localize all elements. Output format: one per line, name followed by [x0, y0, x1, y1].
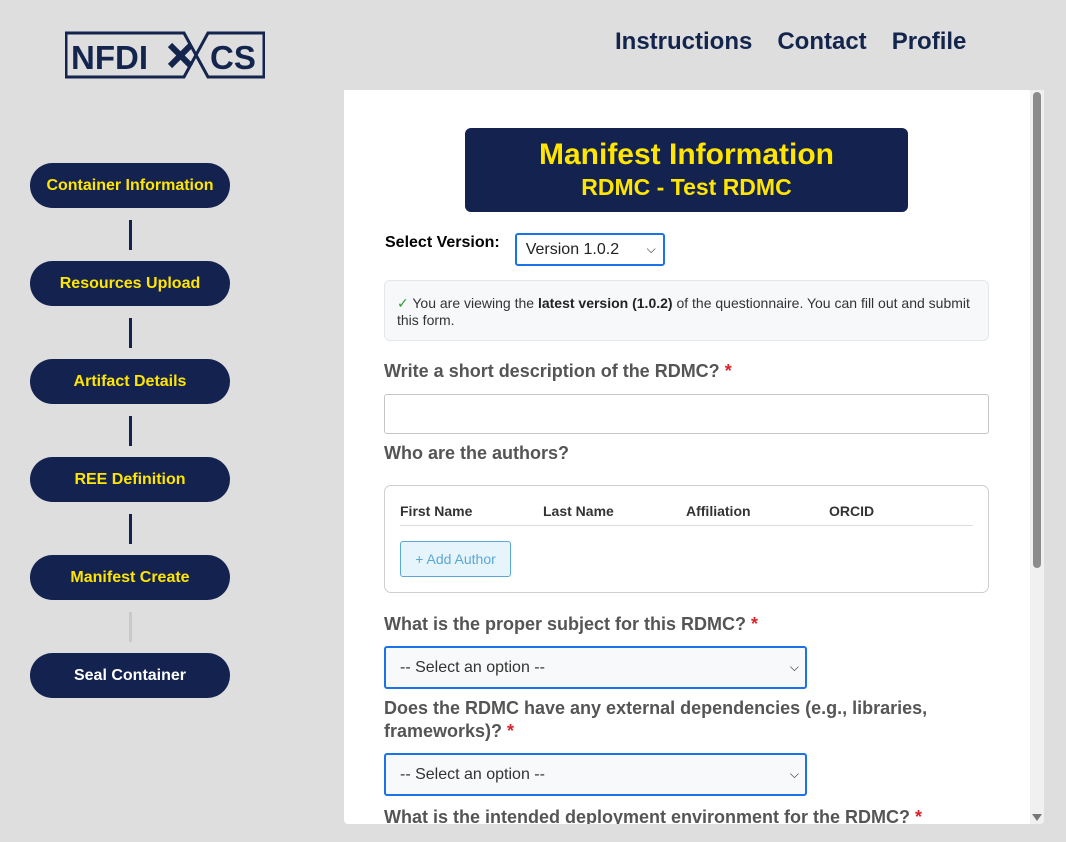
version-selector-row: Select Version: Version 1.0.2 ⌵ [385, 233, 665, 266]
subject-select[interactable]: -- Select an option -- ⌵ [384, 646, 807, 689]
svg-text:NFDI: NFDI [71, 39, 148, 76]
manifest-form-panel: Manifest Information RDMC - Test RDMC Se… [344, 90, 1044, 824]
step-seal-container[interactable]: Seal Container [30, 653, 230, 698]
step-connector [128, 318, 132, 348]
question-text: Does the RDMC have any external dependen… [384, 698, 928, 741]
notice-version-bold: latest version (1.0.2) [537, 295, 673, 311]
required-marker: * [724, 361, 732, 381]
version-select[interactable]: Version 1.0.2 ⌵ [514, 233, 665, 266]
nav-instructions-link[interactable]: Instructions [615, 28, 752, 56]
chevron-down-icon: ⌵ [646, 242, 656, 256]
scrollbar-thumb[interactable] [1033, 92, 1041, 568]
step-connector [128, 612, 132, 642]
required-marker: * [915, 807, 923, 824]
page-title: Manifest Information [538, 138, 834, 171]
top-nav: Instructions Contact Profile [615, 28, 966, 56]
chevron-down-icon: ⌵ [789, 660, 799, 674]
question-description-label: Write a short description of the RDMC? * [384, 360, 732, 383]
latest-version-notice: ✓ You are viewing the latest version (1.… [384, 280, 989, 341]
form-header: Manifest Information RDMC - Test RDMC [465, 128, 908, 212]
nav-profile-link[interactable]: Profile [892, 28, 967, 56]
dependencies-select-value: -- Select an option -- [400, 765, 545, 783]
step-connector [128, 514, 132, 544]
nav-contact-link[interactable]: Contact [777, 28, 866, 56]
svg-text:CS: CS [210, 39, 256, 76]
page-subtitle: RDMC - Test RDMC [581, 174, 792, 200]
question-subject-label: What is the proper subject for this RDMC… [384, 613, 758, 636]
question-deployment-label: What is the intended deployment environm… [384, 806, 922, 824]
check-icon: ✓ [397, 295, 409, 311]
required-marker: * [751, 614, 759, 634]
question-text: What is the intended deployment environm… [384, 807, 911, 824]
progress-stepper: Container Information Resources Upload A… [30, 163, 230, 698]
step-connector [128, 416, 132, 446]
column-first-name: First Name [400, 503, 473, 519]
required-marker: * [507, 721, 515, 741]
question-authors-label: Who are the authors? [384, 443, 570, 463]
version-label: Select Version: [385, 234, 500, 251]
subject-select-value: -- Select an option -- [400, 658, 545, 676]
question-dependencies-label: Does the RDMC have any external dependen… [384, 697, 984, 743]
dependencies-select[interactable]: -- Select an option -- ⌵ [384, 753, 807, 796]
notice-text-prefix: You are viewing the [408, 295, 538, 311]
step-manifest-create[interactable]: Manifest Create [30, 555, 230, 600]
question-text: What is the proper subject for this RDMC… [384, 614, 747, 634]
step-resources-upload[interactable]: Resources Upload [30, 261, 230, 306]
add-author-button[interactable]: + Add Author [400, 541, 511, 577]
column-orcid: ORCID [829, 503, 875, 519]
step-connector [128, 220, 132, 250]
chevron-down-icon: ⌵ [789, 767, 799, 781]
description-input[interactable] [384, 394, 989, 434]
question-text: Write a short description of the RDMC? [384, 361, 720, 381]
step-artifact-details[interactable]: Artifact Details [30, 359, 230, 404]
authors-table: First Name Last Name Affiliation ORCID +… [384, 485, 989, 593]
version-select-value: Version 1.0.2 [525, 240, 620, 258]
authors-table-header: First Name Last Name Affiliation ORCID [400, 503, 973, 526]
nfdi-cs-logo[interactable]: NFDI CS [64, 31, 266, 79]
scrollbar[interactable] [1030, 90, 1044, 824]
step-ree-definition[interactable]: REE Definition [30, 457, 230, 502]
column-last-name: Last Name [543, 503, 614, 519]
column-affiliation: Affiliation [686, 503, 751, 519]
scroll-down-arrow-icon[interactable] [1032, 814, 1042, 821]
logo-graphic: NFDI CS [64, 31, 266, 79]
step-container-information[interactable]: Container Information [30, 163, 230, 208]
